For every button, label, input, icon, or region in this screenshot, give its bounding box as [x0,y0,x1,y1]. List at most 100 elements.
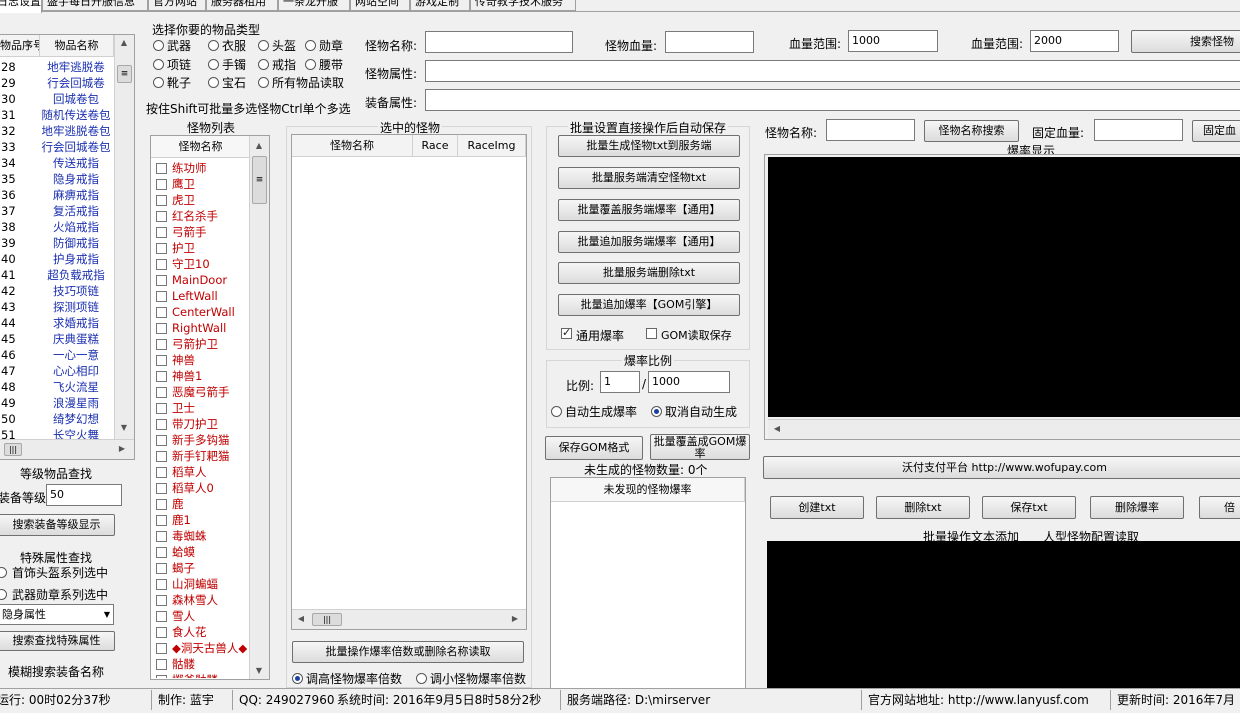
monster-checkbox[interactable] [156,547,167,558]
monster-hp-input[interactable] [665,31,754,53]
monster-checkbox[interactable] [156,515,167,526]
rate-display-area[interactable] [768,157,1240,417]
monster-name-input[interactable] [425,31,573,53]
monster-checkbox[interactable] [156,531,167,542]
tab-official-site[interactable]: 官方网站 [148,0,206,11]
table-row[interactable]: 50 绮梦幻想 [0,411,112,427]
list-item[interactable]: 骷髅 [151,656,247,672]
tab-log-settings[interactable]: 日志设置 [0,0,42,13]
decrease-rate-radio[interactable] [416,673,427,684]
monster-checkbox[interactable] [156,595,167,606]
list-item[interactable]: ◆洞天古兽人◆ [151,640,247,656]
list-item[interactable]: 毒蜘蛛 [151,528,247,544]
list-item[interactable]: CenterWall [151,304,247,320]
scroll-thumb[interactable]: ≡ [117,65,132,83]
scroll-left-icon[interactable]: ◀ [294,614,308,623]
item-type-radio[interactable] [258,59,269,70]
monster-checkbox[interactable] [156,419,167,430]
col-item-name[interactable]: 物品名称 [40,35,114,57]
table-row[interactable]: 34 传送戒指 [0,155,112,171]
table-row[interactable]: 35 隐身戒指 [0,171,112,187]
col-monster-name[interactable]: 怪物名称 [292,135,413,157]
monster-checkbox[interactable] [156,307,167,318]
right-monster-name-input[interactable] [826,119,915,141]
monster-checkbox[interactable] [156,227,167,238]
monster-checkbox[interactable] [156,275,167,286]
table-row[interactable]: 48 飞火流星 [0,379,112,395]
monster-checkbox[interactable] [156,483,167,494]
item-table-hscroll[interactable]: ||| ▶ [0,439,134,459]
list-item[interactable]: 蛤蟆 [151,544,247,560]
hp-range-max-input[interactable]: 2000 [1030,30,1119,52]
scroll-thumb[interactable]: ≡ [252,156,267,204]
delete-txt-button[interactable]: 删除txt [876,496,970,519]
batch-button[interactable]: 批量覆盖服务端爆率【通用】 [558,199,740,221]
rate-display-hscroll[interactable]: ◀ [768,419,1240,439]
table-row[interactable]: 49 浪漫星雨 [0,395,112,411]
unfound-header[interactable]: 未发现的怪物爆率 [551,478,745,502]
search-equip-level-button[interactable]: 搜索装备等级显示 [0,514,115,536]
ratio-denominator-input[interactable]: 1000 [648,371,730,393]
list-item[interactable]: 神兽1 [151,368,247,384]
list-item[interactable]: 掷斧骷髅 [151,672,247,678]
tab-server-rental[interactable]: 服务器租用 [206,0,278,11]
monster-list-header[interactable]: 怪物名称 [151,136,251,158]
selected-monsters-table[interactable]: 怪物名称 Race RaceImg ◀ ||| ▶ [291,134,527,630]
wofupay-button[interactable]: 沃付支付平台 http://www.wofupay.com [763,456,1240,479]
table-row[interactable]: 31 随机传送卷包 [0,107,112,123]
monster-checkbox[interactable] [156,611,167,622]
list-item[interactable]: 虎卫 [151,192,247,208]
special-attr-select[interactable]: 隐身属性 ▼ [0,604,114,625]
tab-one-stop-server[interactable]: 一条龙开服 [278,0,350,11]
table-row[interactable]: 38 火焰戒指 [0,219,112,235]
monster-checkbox[interactable] [156,291,167,302]
list-item[interactable]: 鹿 [151,496,247,512]
batch-button[interactable]: 批量生成怪物txt到服务端 [558,135,740,157]
monster-checkbox[interactable] [156,243,167,254]
batch-button[interactable]: 批量追加服务端爆率【通用】 [558,231,740,253]
multiplier-button[interactable]: 倍 [1199,496,1240,519]
save-gom-format-button[interactable]: 保存GOM格式 [545,436,643,460]
item-type-radio[interactable] [305,59,316,70]
table-row[interactable]: 47 心心相印 [0,363,112,379]
batch-button[interactable]: 批量服务端删除txt [558,262,740,284]
item-type-radio[interactable] [153,59,164,70]
monster-checkbox[interactable] [156,179,167,190]
list-item[interactable]: MainDoor [151,272,247,288]
table-row[interactable]: 43 探测项链 [0,299,112,315]
col-race[interactable]: Race [413,135,458,157]
list-item[interactable]: 稻草人0 [151,480,247,496]
monster-checkbox[interactable] [156,195,167,206]
item-type-radio[interactable] [208,40,219,51]
table-row[interactable]: 32 地牢逃脱卷包 [0,123,112,139]
jewelry-helmet-radio[interactable] [0,567,7,578]
unfound-monsters-list[interactable]: 未发现的怪物爆率 [550,477,746,689]
list-item[interactable]: 恶魔弓箭手 [151,384,247,400]
table-row[interactable]: 45 庆典蛋糕 [0,331,112,347]
scroll-left-icon[interactable]: ◀ [770,424,784,433]
scroll-right-icon[interactable]: ▶ [114,444,130,453]
list-item[interactable]: LeftWall [151,288,247,304]
list-item[interactable]: 神兽 [151,352,247,368]
monster-checkbox[interactable] [156,163,167,174]
monster-name-search-button[interactable]: 怪物名称搜索 [924,120,1019,142]
batch-text-area[interactable] [767,541,1240,689]
monster-checkbox[interactable] [156,387,167,398]
common-rate-checkbox[interactable] [561,326,572,339]
scroll-down-icon[interactable]: ▼ [115,423,133,432]
list-item[interactable]: 稻草人 [151,464,247,480]
list-item[interactable]: 森林雪人 [151,592,247,608]
list-item[interactable]: 蝎子 [151,560,247,576]
tab-game-custom[interactable]: 游戏定制 [410,0,470,11]
table-row[interactable]: 30 回城卷包 [0,91,112,107]
list-item[interactable]: 新手钉耙猫 [151,448,247,464]
hp-range-min-input[interactable]: 1000 [848,30,938,52]
increase-rate-radio[interactable] [292,673,303,684]
monster-checkbox[interactable] [156,451,167,462]
list-item[interactable]: 守卫10 [151,256,247,272]
item-table[interactable]: 物品序号 物品名称 28 地牢逃脱卷 29 行会回城卷 30 回城卷包 31 随机传送卷包 32… [0,34,135,460]
batch-rate-multiplier-button[interactable]: 批量操作爆率倍数或删除名称读取 [292,641,524,663]
chevron-down-icon[interactable]: ▼ [104,605,110,624]
auto-generate-radio[interactable] [551,406,562,417]
monster-checkbox[interactable] [156,435,167,446]
